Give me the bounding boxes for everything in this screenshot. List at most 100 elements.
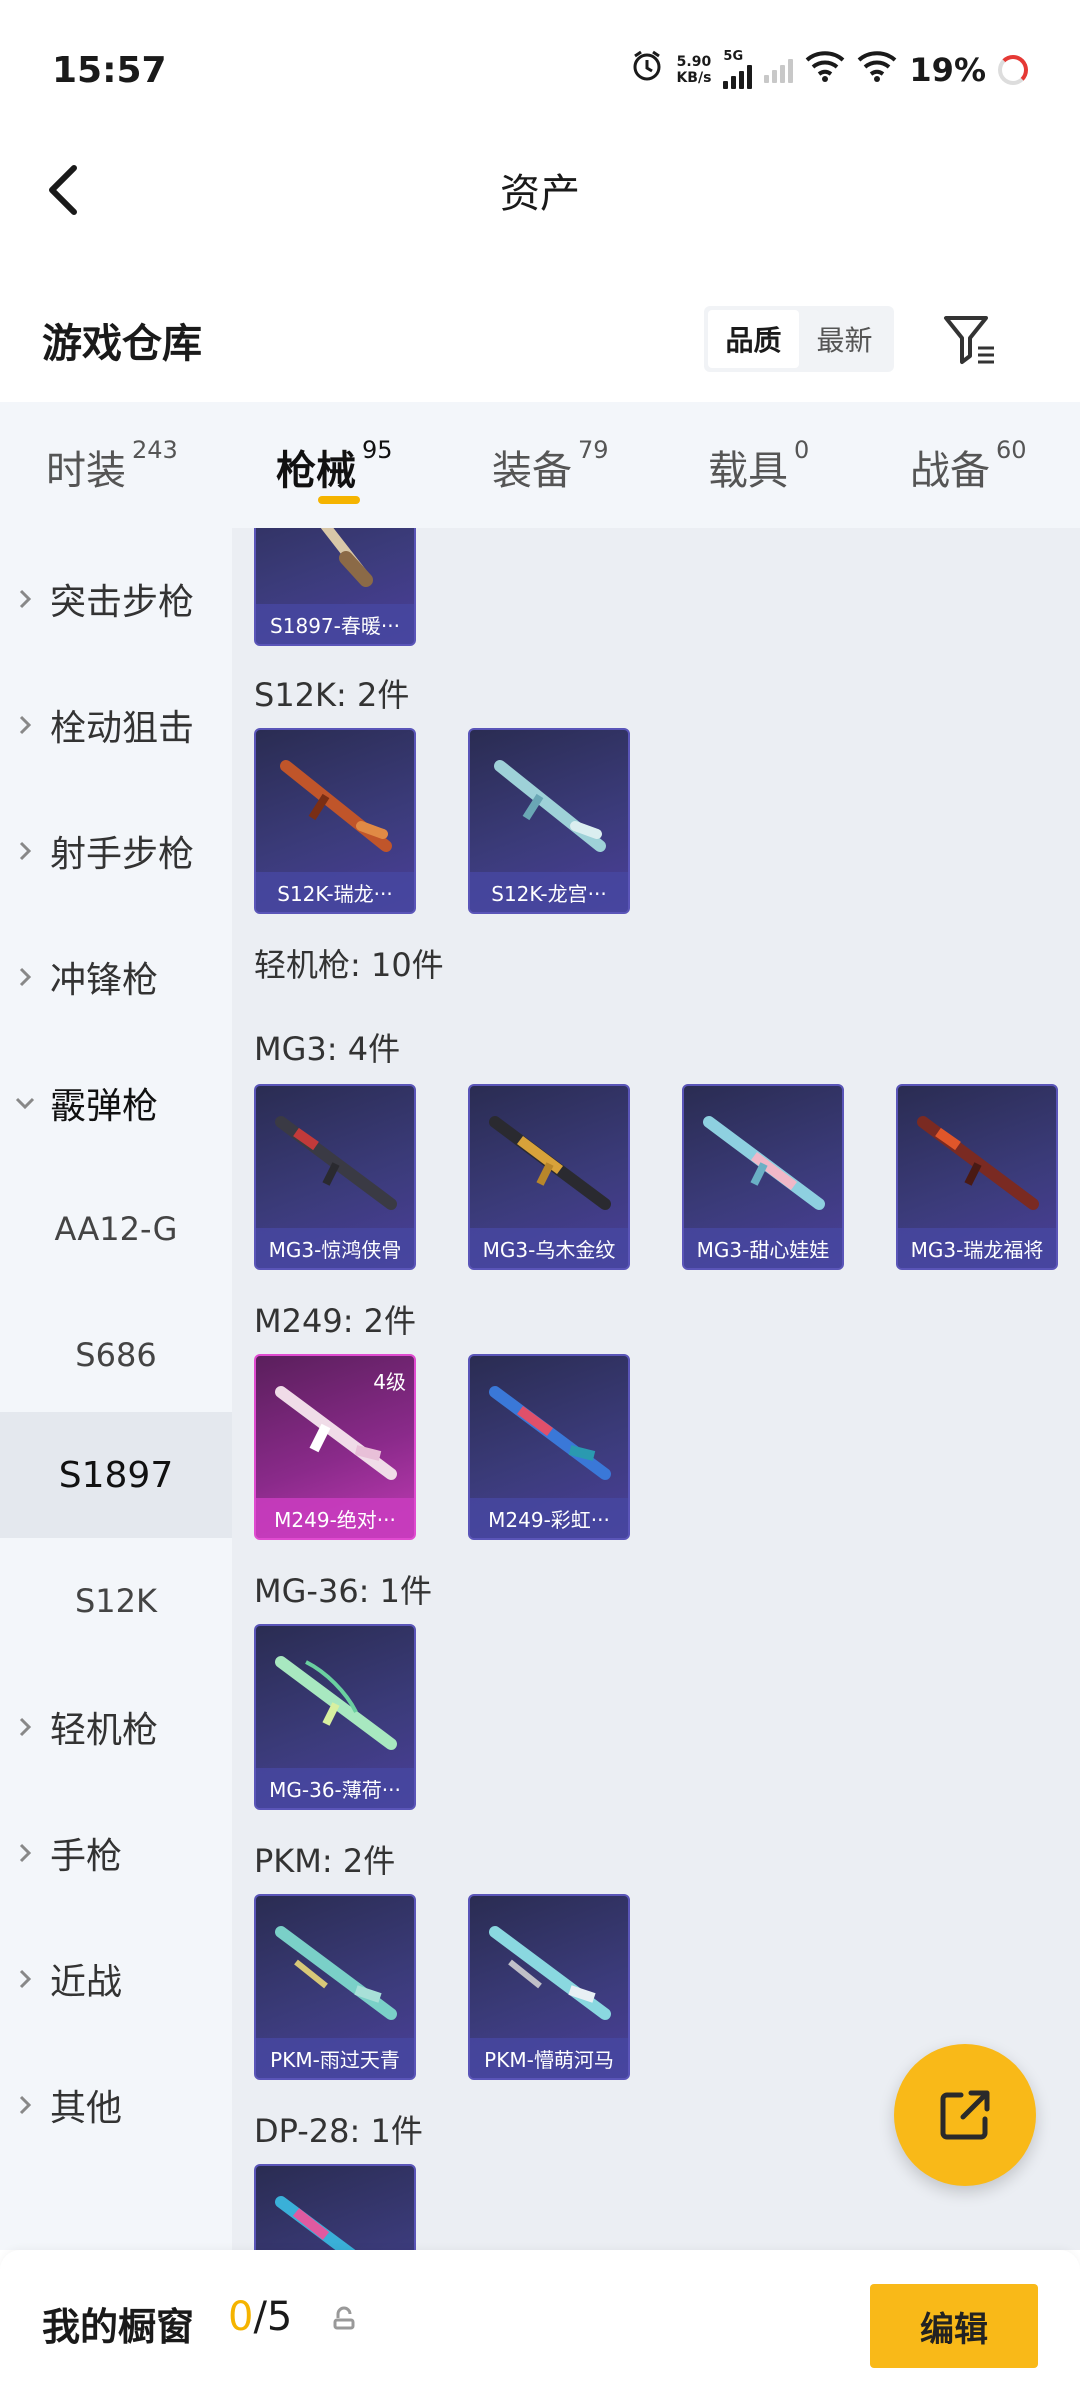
sidebar-subitem-s686[interactable]: S686 (0, 1292, 232, 1418)
net-speed: 5.90 KB/s (676, 54, 711, 86)
page-title: 资产 (500, 171, 580, 217)
edit-button[interactable]: 编辑 (870, 2284, 1038, 2368)
sort-quality-button[interactable]: 品质 (708, 310, 799, 368)
item-card-caption: S12K-瑞龙··· (256, 872, 414, 912)
chevron-right-icon (0, 1968, 50, 1990)
sidebar-subitem-s1897[interactable]: S1897 (0, 1412, 232, 1538)
item-card[interactable]: MG3-甜心娃娃 (682, 1084, 844, 1270)
sidebar-item-label: 射手步枪 (50, 834, 195, 875)
item-card[interactable]: MG3-惊鸿侠骨 (254, 1084, 416, 1270)
item-card-caption: PKM-懵萌河马 (470, 2038, 628, 2078)
showcase-bar: 我的橱窗 0/5 编辑 (0, 2250, 1080, 2400)
tab-label: 载具 (708, 448, 788, 494)
item-card-caption: S12K-龙宫··· (470, 872, 628, 912)
sidebar-item-smg[interactable]: 冲锋枪 (0, 914, 232, 1040)
sort-toggle: 品质 最新 (704, 306, 894, 372)
item-card[interactable]: S12K-龙宫··· (468, 728, 630, 914)
sidebar-item-label: S12K (74, 1582, 157, 1620)
item-card[interactable]: M249-彩虹··· (468, 1354, 630, 1540)
item-card[interactable]: S1897-春暖··· (254, 528, 416, 646)
tab-count: 243 (132, 436, 178, 464)
tab-equipment[interactable]: 装备 79 (492, 436, 609, 496)
sidebar-item-other[interactable]: 其他 (0, 2042, 232, 2168)
shotgun-image (320, 528, 373, 587)
showcase-total: /5 (253, 2294, 293, 2340)
sidebar-item-label: 突击步枪 (50, 582, 195, 623)
sidebar-subitem-aa12g[interactable]: AA12-G (0, 1166, 232, 1292)
sidebar-item-label: S1897 (58, 1454, 174, 1496)
sidebar-item-label: S686 (75, 1336, 157, 1374)
item-card-caption: M249-绝对··· (256, 1498, 414, 1538)
item-card-caption: M249-彩虹··· (470, 1498, 628, 1538)
sidebar-item-pistol[interactable]: 手枪 (0, 1790, 232, 1916)
group-label-m249: M249: 2件 (254, 1302, 417, 1340)
machine-gun-image (489, 1386, 611, 1480)
share-icon (940, 2090, 990, 2140)
tab-supplies[interactable]: 战备 60 (910, 436, 1027, 496)
group-label-dp28: DP-28: 1件 (254, 2112, 423, 2150)
sidebar: 突击步枪 栓动狙击 射手步枪 冲锋枪 霰弹枪 AA12-G S686 S1897… (0, 528, 232, 2250)
battery-icon (998, 55, 1028, 85)
sidebar-item-assault-rifle[interactable]: 突击步枪 (0, 536, 232, 662)
chevron-down-icon (0, 1096, 50, 1110)
cell-signal-1: 5G (723, 50, 753, 89)
tab-count: 95 (362, 436, 393, 464)
chevron-left-icon (49, 165, 77, 215)
tab-label: 装备 (492, 448, 572, 494)
status-bar: 15:57 5.90 KB/s 5G 19% (0, 0, 1080, 140)
machine-gun-image (275, 1116, 397, 1210)
machine-gun-image (703, 1116, 825, 1210)
item-card[interactable]: MG3-乌木金纹 (468, 1084, 630, 1270)
item-card-caption: MG3-乌木金纹 (470, 1228, 628, 1268)
warehouse-row: 游戏仓库 品质 最新 (0, 290, 1080, 390)
sidebar-item-shotgun[interactable]: 霰弹枪 (0, 1040, 232, 1166)
item-card[interactable]: S12K-瑞龙··· (254, 728, 416, 914)
filter-icon (944, 316, 994, 364)
chevron-right-icon (0, 840, 50, 862)
item-card[interactable]: PKM-雨过天青 (254, 1894, 416, 2080)
group-label-pkm: PKM: 2件 (254, 1842, 396, 1880)
sidebar-item-marksman-rifle[interactable]: 射手步枪 (0, 788, 232, 914)
sidebar-item-lmg[interactable]: 轻机枪 (0, 1664, 232, 1790)
tab-label: 战备 (910, 448, 990, 494)
tab-fashion[interactable]: 时装 243 (46, 436, 178, 496)
tab-vehicles[interactable]: 载具 0 (708, 436, 809, 496)
showcase-count: 0/5 (228, 2294, 292, 2340)
tab-guns[interactable]: 枪械 95 (276, 436, 393, 496)
item-card[interactable]: MG-36-薄荷··· (254, 1624, 416, 1810)
sidebar-item-label: 近战 (50, 1962, 123, 2003)
item-card[interactable]: PKM-懵萌河马 (468, 1894, 630, 2080)
machine-gun-image (489, 1926, 611, 2020)
wifi-icon-secondary (857, 50, 897, 90)
sidebar-item-bolt-sniper[interactable]: 栓动狙击 (0, 662, 232, 788)
chevron-right-icon (0, 2094, 50, 2116)
filter-button[interactable] (942, 312, 998, 368)
item-card-caption: S1897-春暖··· (256, 604, 414, 644)
item-grid: S1897-春暖··· S12K: 2件 S12K-瑞龙··· S12K-龙宫·… (232, 528, 1080, 2250)
tab-label: 枪械 (276, 448, 356, 494)
lock-icon (332, 2306, 356, 2338)
sidebar-item-melee[interactable]: 近战 (0, 1916, 232, 2042)
showcase-title: 我的橱窗 (42, 2305, 195, 2349)
item-card-caption: MG3-瑞龙福将 (898, 1228, 1056, 1268)
chevron-right-icon (0, 588, 50, 610)
sidebar-subitem-s12k[interactable]: S12K (0, 1538, 232, 1664)
item-card[interactable] (254, 2164, 416, 2250)
item-card-caption: MG-36-薄荷··· (256, 1768, 414, 1808)
group-label-mg3: MG3: 4件 (254, 1030, 401, 1068)
status-time: 15:57 (52, 49, 167, 91)
back-button[interactable] (36, 162, 92, 218)
item-card[interactable]: 4级 M249-绝对··· (254, 1354, 416, 1540)
share-fab-button[interactable] (894, 2044, 1036, 2186)
chevron-right-icon (0, 1716, 50, 1738)
sidebar-item-label: 手枪 (50, 1836, 123, 1877)
tab-count: 60 (996, 436, 1027, 464)
battery-text: 19% (909, 51, 986, 89)
machine-gun-image (917, 1116, 1039, 1210)
sidebar-item-label: 其他 (50, 2088, 123, 2129)
item-card-caption: MG3-甜心娃娃 (684, 1228, 842, 1268)
wifi-icon (805, 50, 845, 90)
warehouse-title: 游戏仓库 (42, 321, 202, 367)
sort-newest-button[interactable]: 最新 (799, 310, 890, 368)
item-card[interactable]: MG3-瑞龙福将 (896, 1084, 1058, 1270)
